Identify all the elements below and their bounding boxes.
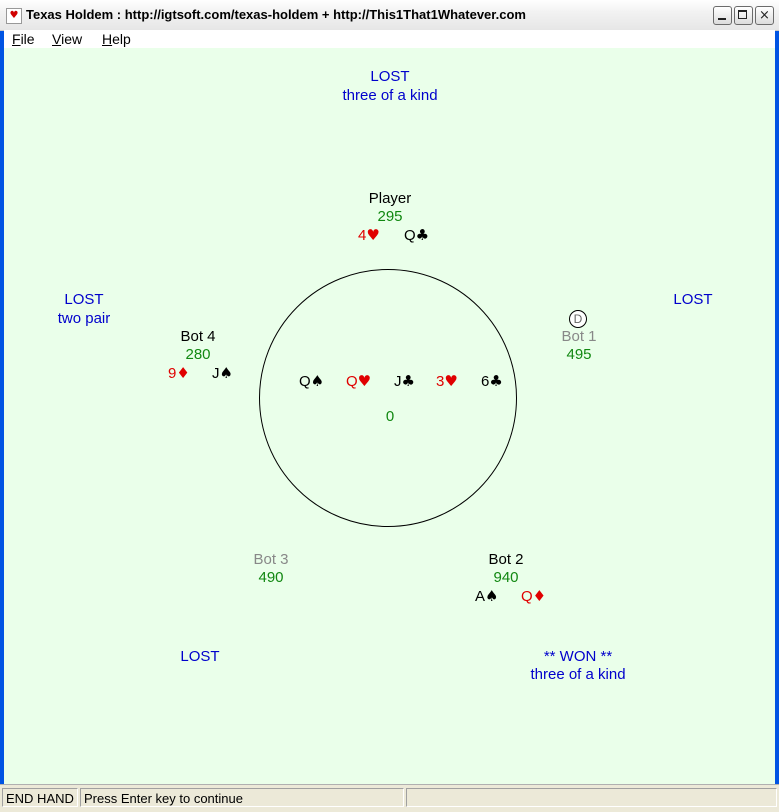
bot4-chips: 280 [185,346,211,363]
club-icon: ♣ [401,372,415,390]
menu-help[interactable]: Help [102,31,131,47]
close-button[interactable]: × [755,6,774,25]
spade-icon: ♠ [310,372,325,390]
board-card-3: J♣ [394,372,415,390]
playing-card-icon: ♥ [6,8,22,24]
status-bar: END HAND Press Enter key to continue [0,784,779,812]
status-state: END HAND [2,788,78,807]
bot4-result: LOST [64,291,104,308]
player-chips: 295 [377,208,403,225]
minimize-icon [718,18,726,20]
bot2-hand-rank: three of a kind [530,666,626,683]
bot2-result: ** WON ** [543,648,613,665]
bot2-chips: 940 [493,569,519,586]
bot1-result: LOST [673,291,713,308]
menu-file[interactable]: File [12,31,35,47]
club-icon: ♣ [489,372,503,390]
bot3-name: Bot 3 [253,551,289,568]
table-circle [259,269,517,527]
maximize-button[interactable] [734,6,753,25]
bot1-chips: 495 [566,346,592,363]
diamond-icon: ♦ [532,587,547,605]
board-card-1: Q♠ [299,372,325,390]
bot3-result: LOST [180,648,220,665]
heart-icon: ♥ [366,226,380,244]
board-card-2: Q♥ [346,372,372,390]
bot2-name: Bot 2 [488,551,524,568]
club-icon: ♣ [415,226,430,244]
status-message: Press Enter key to continue [80,788,404,807]
player-card-1: 4♥ [358,226,380,244]
close-icon: × [759,8,770,23]
board-card-5: 6♣ [481,372,503,390]
heart-icon: ♥ [444,372,458,390]
player-hand-rank: three of a kind [342,87,438,104]
minimize-button[interactable] [713,6,732,25]
poker-table-area: LOST three of a kind Player 295 4♥ Q♣ LO… [4,48,775,784]
app-window: ♥ Texas Holdem : http://igtsoft.com/texa… [0,0,779,812]
menu-view[interactable]: View [52,31,82,47]
bot4-card-1: 9♦ [168,364,190,382]
diamond-icon: ♦ [176,364,190,382]
spade-icon: ♠ [485,587,499,605]
player-name: Player [368,190,412,207]
bot2-card-2: Q♦ [521,587,547,605]
bot4-card-2: J♠ [212,364,233,382]
pot-amount: 0 [385,408,395,425]
title-bar[interactable]: ♥ Texas Holdem : http://igtsoft.com/texa… [0,0,779,31]
bot2-card-1: A♠ [475,587,499,605]
maximize-icon [738,10,747,19]
heart-icon: ♥ [357,372,372,390]
player-card-2: Q♣ [404,226,430,244]
bot4-hand-rank: two pair [57,310,111,327]
spade-icon: ♠ [219,364,233,382]
board-card-4: 3♥ [436,372,458,390]
menu-bar: File View Help [4,30,775,48]
dealer-button: D [569,310,587,328]
window-title: Texas Holdem : http://igtsoft.com/texas-… [26,7,526,22]
status-extra [406,788,777,807]
bot4-name: Bot 4 [180,328,216,345]
player-result: LOST [370,68,410,85]
bot3-chips: 490 [258,569,284,586]
bot1-name: Bot 1 [561,328,597,345]
